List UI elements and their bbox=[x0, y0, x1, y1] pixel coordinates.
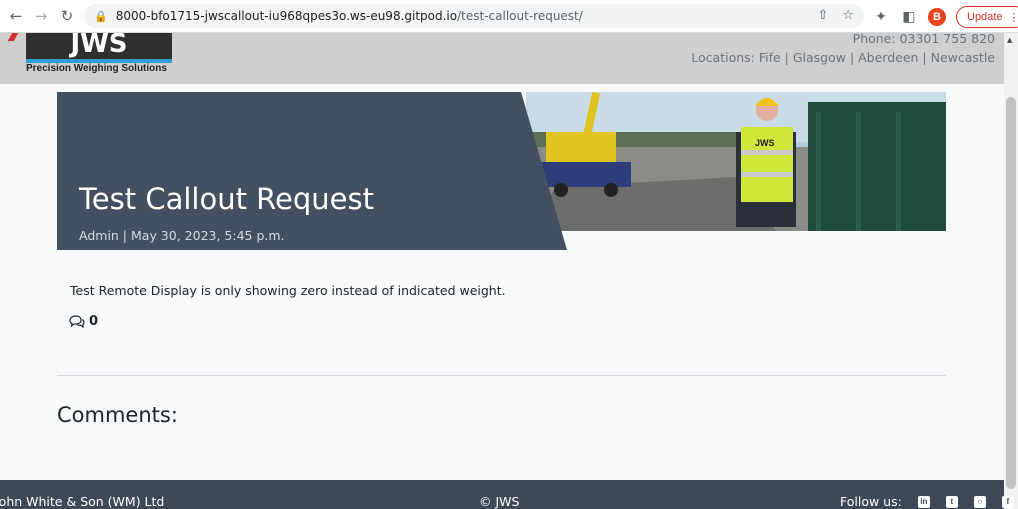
update-button[interactable]: Update ⋮ bbox=[956, 6, 1018, 28]
address-bar[interactable]: 🔒 8000-bfo1715-jwscallout-iu968qpes3o.ws… bbox=[84, 4, 864, 28]
facebook-icon[interactable]: f bbox=[1001, 495, 1014, 508]
logo-mark: JWS bbox=[26, 33, 172, 63]
comments-heading: Comments: bbox=[57, 403, 178, 427]
url-host: 8000-bfo1715-jwscallout-iu968qpes3o.ws-e… bbox=[115, 9, 458, 23]
locations: Locations: Fife | Glasgow | Aberdeen | N… bbox=[691, 50, 995, 65]
site-footer: John White & Son (WM) Ltd © JWS Follow u… bbox=[0, 480, 1014, 509]
jws-vest-badge: JWS bbox=[755, 138, 775, 148]
more-menu-icon: ⋮ bbox=[1008, 11, 1018, 24]
lock-icon: 🔒 bbox=[94, 9, 108, 23]
comments-icon bbox=[69, 315, 85, 328]
masthead-panel: Test Callout Request Admin | May 30, 202… bbox=[57, 92, 567, 250]
comment-count-value: 0 bbox=[89, 314, 99, 329]
profile-avatar[interactable]: B bbox=[928, 8, 946, 26]
site-photo: JWS bbox=[526, 92, 946, 231]
post-title: Test Callout Request bbox=[79, 182, 374, 216]
masthead-image: JWS bbox=[526, 92, 946, 231]
side-panel-icon[interactable]: ◧ bbox=[900, 9, 918, 25]
page-scrollbar[interactable]: ▲ ▼ bbox=[1004, 33, 1018, 509]
forward-icon[interactable]: → bbox=[29, 4, 53, 28]
site-logo[interactable]: JWS Precision Weighing Solutions bbox=[7, 33, 196, 75]
logo-swoosh-icon bbox=[7, 33, 19, 41]
footer-social: Follow us: in t ○ f bbox=[840, 494, 1014, 509]
instagram-icon[interactable]: ○ bbox=[973, 495, 986, 508]
post-meta: Admin | May 30, 2023, 5:45 p.m. bbox=[79, 228, 285, 243]
scroll-thumb[interactable] bbox=[1006, 97, 1016, 489]
back-icon[interactable]: ← bbox=[4, 4, 28, 28]
extensions-icon[interactable]: ✦ bbox=[872, 9, 890, 25]
url-path: /test-callout-request/ bbox=[457, 9, 583, 23]
divider bbox=[57, 375, 946, 376]
bookmark-star-icon[interactable]: ☆ bbox=[842, 8, 854, 23]
phone-number: Phone: 03301 755 820 bbox=[852, 31, 995, 46]
twitter-icon[interactable]: t bbox=[945, 495, 958, 508]
follow-label: Follow us: bbox=[840, 494, 902, 509]
linkedin-icon[interactable]: in bbox=[917, 495, 930, 508]
footer-company: John White & Son (WM) Ltd bbox=[0, 494, 165, 509]
post-body: Test Remote Display is only showing zero… bbox=[70, 283, 506, 298]
logo-tagline: Precision Weighing Solutions bbox=[26, 63, 167, 74]
scroll-up-icon[interactable]: ▲ bbox=[1007, 36, 1012, 44]
comment-count: 0 bbox=[69, 314, 98, 329]
post-masthead: JWS Test Callout Request Admin | May 30,… bbox=[57, 92, 946, 250]
footer-copyright: © JWS bbox=[479, 494, 520, 509]
contact-info: Phone: 03301 755 820 Locations: Fife | G… bbox=[691, 29, 995, 67]
share-icon[interactable]: ⇧ bbox=[817, 8, 828, 23]
site-header: JWS Precision Weighing Solutions Phone: … bbox=[0, 31, 1004, 84]
update-label: Update bbox=[967, 11, 1003, 23]
reload-icon[interactable]: ↻ bbox=[55, 4, 79, 28]
